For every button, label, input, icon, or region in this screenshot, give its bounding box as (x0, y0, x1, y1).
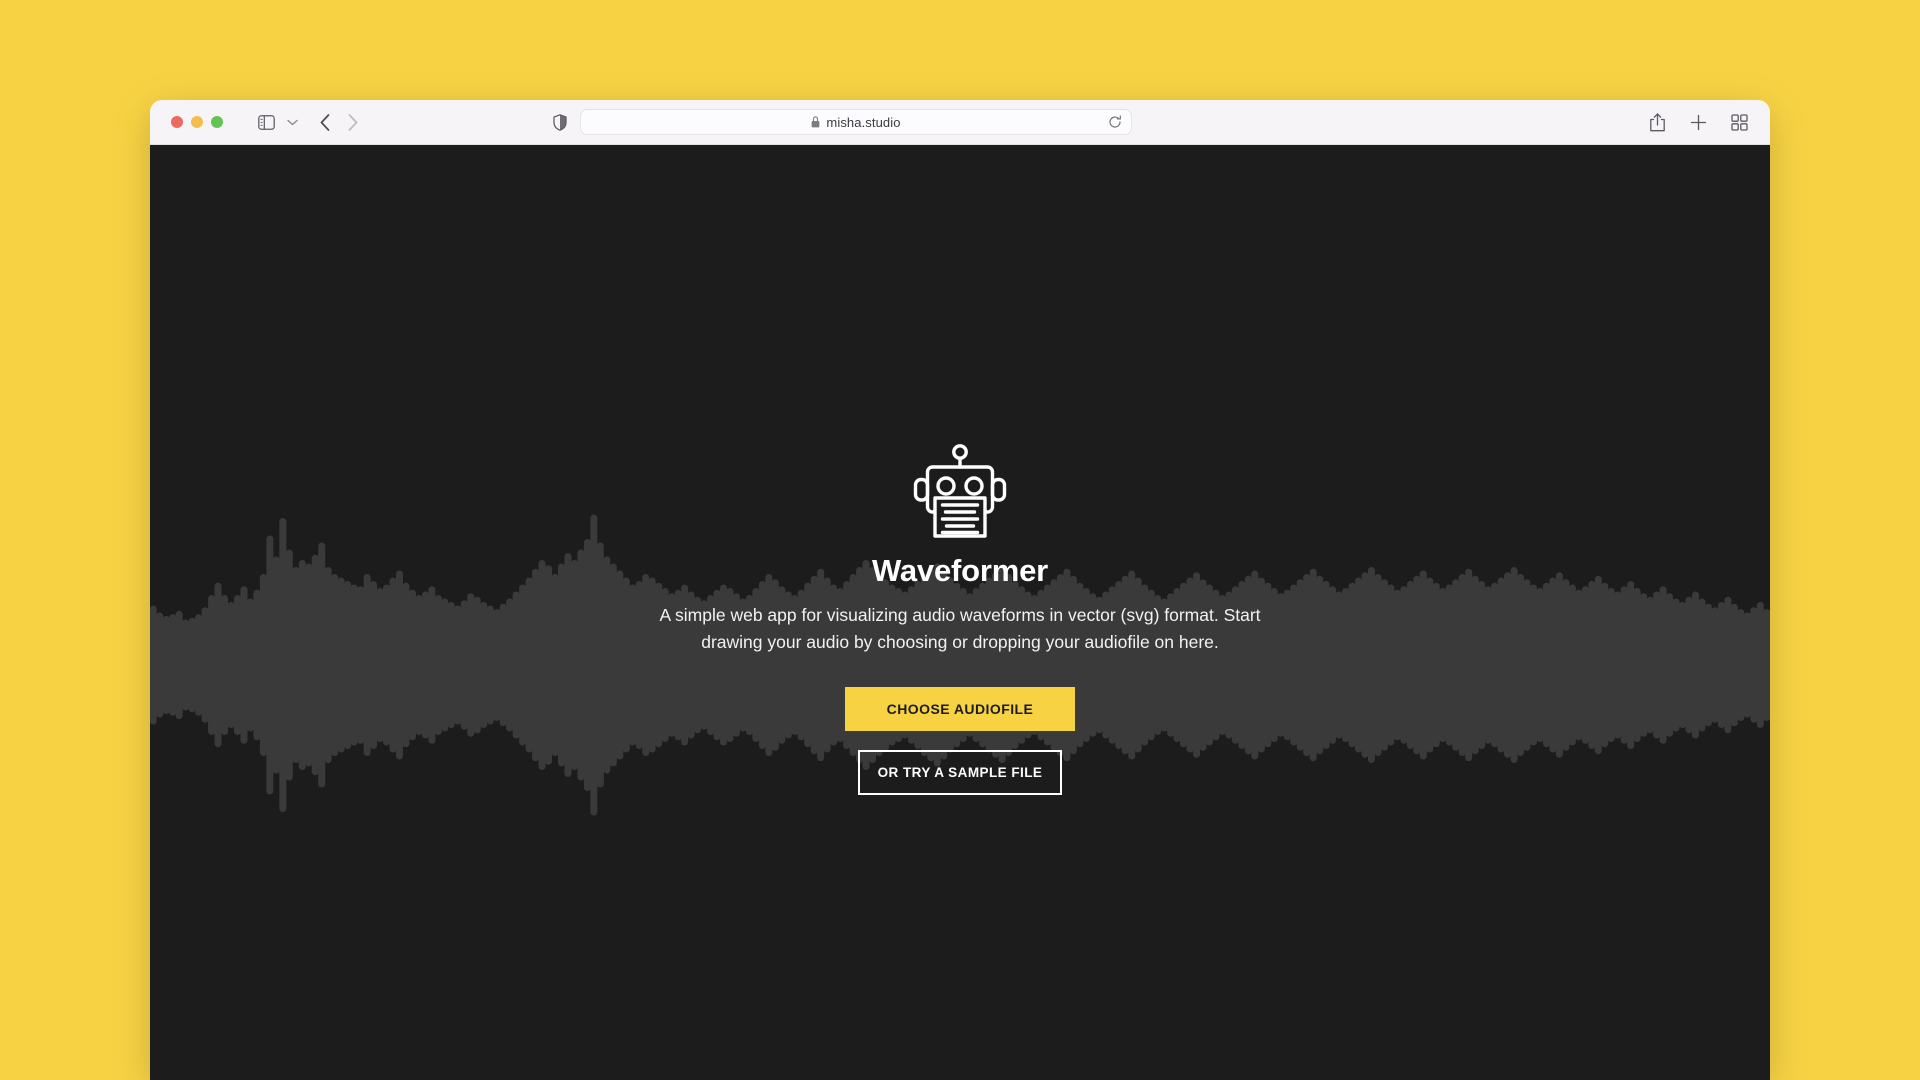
action-buttons: CHOOSE AUDIOFILE OR TRY A SAMPLE FILE (580, 687, 1340, 796)
choose-audiofile-button[interactable]: CHOOSE AUDIOFILE (845, 687, 1075, 732)
browser-window: misha.studio Waveformer A simple web app… (150, 100, 1770, 1080)
minimize-window-button[interactable] (191, 116, 203, 128)
back-arrow-icon[interactable] (320, 113, 330, 131)
forward-arrow-icon[interactable] (348, 113, 358, 131)
robot-icon (580, 443, 1340, 541)
reload-icon[interactable] (1108, 115, 1122, 129)
page-content: Waveformer A simple web app for visualiz… (150, 145, 1770, 1080)
window-controls (171, 116, 223, 128)
hero-panel: Waveformer A simple web app for visualiz… (580, 443, 1340, 796)
sidebar-icon[interactable] (258, 114, 275, 130)
url-text: misha.studio (826, 114, 901, 130)
plus-icon[interactable] (1690, 114, 1707, 131)
lock-icon (811, 116, 820, 128)
close-window-button[interactable] (171, 116, 183, 128)
share-icon[interactable] (1649, 112, 1666, 132)
maximize-window-button[interactable] (211, 116, 223, 128)
shield-icon[interactable] (553, 113, 567, 131)
page-description: A simple web app for visualizing audio w… (659, 605, 1261, 652)
toolbar-actions (1649, 112, 1756, 132)
chevron-down-icon[interactable] (287, 119, 298, 126)
url-display: misha.studio (811, 115, 900, 130)
page-title: Waveformer (871, 553, 1049, 588)
address-bar[interactable]: misha.studio (580, 109, 1132, 135)
try-sample-file-button[interactable]: OR TRY A SAMPLE FILE (858, 750, 1062, 796)
browser-toolbar: misha.studio (150, 100, 1770, 145)
tab-grid-icon[interactable] (1731, 113, 1748, 131)
